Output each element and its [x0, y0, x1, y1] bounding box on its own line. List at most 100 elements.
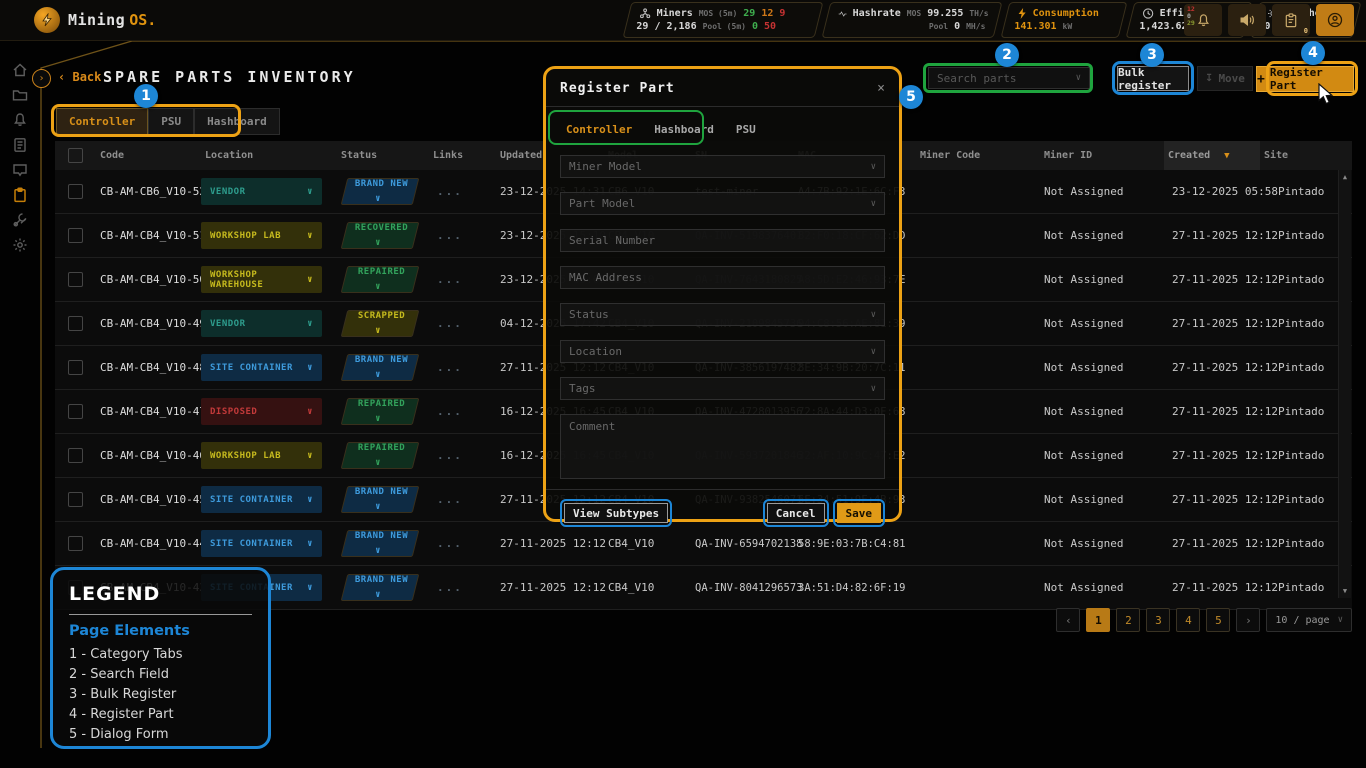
status-dropdown[interactable]: REPAIRED∨	[341, 266, 420, 293]
column-header-status[interactable]: Status	[337, 141, 429, 170]
page-button-2[interactable]: 2	[1116, 608, 1140, 632]
page-button-1[interactable]: 1	[1086, 608, 1110, 632]
column-header-code[interactable]: Code	[96, 141, 201, 170]
status-dropdown[interactable]: BRAND NEW∨	[341, 178, 420, 205]
status-dropdown[interactable]: REPAIRED∨	[341, 442, 420, 469]
move-button[interactable]: ↧ Move	[1197, 66, 1253, 91]
legend-item: 2 - Search Field	[69, 667, 252, 682]
back-link[interactable]: ‹ Back	[58, 70, 101, 84]
row-checkbox[interactable]	[68, 536, 83, 551]
sound-button[interactable]	[1228, 4, 1266, 36]
sidebar-item-home[interactable]	[12, 62, 28, 78]
cancel-button[interactable]: Cancel	[767, 503, 825, 523]
sidebar-item-messages[interactable]	[12, 162, 28, 178]
account-button[interactable]	[1316, 4, 1354, 36]
sidebar-expand-button[interactable]: ›	[32, 69, 51, 88]
location-dropdown[interactable]: WORKSHOP LAB∨	[201, 222, 322, 249]
row-checkbox[interactable]	[68, 316, 83, 331]
status-dropdown[interactable]: BRAND NEW∨	[341, 530, 420, 557]
sidebar-item-reports[interactable]	[12, 137, 28, 153]
save-button[interactable]: Save	[837, 503, 882, 523]
row-checkbox[interactable]	[68, 360, 83, 375]
bulk-register-button[interactable]: Bulk register	[1117, 66, 1189, 91]
location-dropdown[interactable]: WORKSHOP LAB∨	[201, 442, 322, 469]
row-links-menu[interactable]: ...	[429, 317, 496, 330]
status-field[interactable]: Status∨	[560, 303, 885, 326]
comment-field[interactable]: Comment	[560, 414, 885, 479]
column-header-links[interactable]: Links	[429, 141, 496, 170]
table-scrollbar[interactable]: ▲ ▼	[1338, 170, 1351, 598]
status-dropdown[interactable]: BRAND NEW∨	[341, 574, 420, 601]
tags-field[interactable]: Tags∨	[560, 377, 885, 400]
notifications-button[interactable]: 12 0 29	[1184, 4, 1222, 36]
chevron-down-icon: ∨	[307, 363, 313, 373]
row-checkbox[interactable]	[68, 228, 83, 243]
page-button-4[interactable]: 4	[1176, 608, 1200, 632]
column-header-miner-code[interactable]: Miner Code	[916, 141, 1040, 170]
location-dropdown[interactable]: SITE CONTAINER∨	[201, 486, 322, 513]
location-dropdown[interactable]: SITE CONTAINER∨	[201, 354, 322, 381]
dialog-tab-hashboard[interactable]: Hashboard	[654, 123, 714, 136]
location-dropdown[interactable]: VENDOR∨	[201, 178, 322, 205]
tab-psu[interactable]: PSU	[148, 108, 194, 135]
scroll-up-icon[interactable]: ▲	[1343, 173, 1347, 181]
search-input[interactable]: Search parts ∨	[928, 67, 1090, 89]
column-header-location[interactable]: Location	[201, 141, 337, 170]
row-checkbox[interactable]	[68, 184, 83, 199]
next-page-button[interactable]: ›	[1236, 608, 1260, 632]
column-header-site[interactable]: Site	[1260, 141, 1338, 170]
top-bar: Mining OS. Miners MOS (5m) 29 12 9 29 / …	[0, 0, 1366, 41]
location-dropdown[interactable]: DISPOSED∨	[201, 398, 322, 425]
row-links-menu[interactable]: ...	[429, 361, 496, 374]
tab-hashboard[interactable]: Hashboard	[194, 108, 280, 135]
dialog-tab-controller[interactable]: Controller	[566, 123, 632, 136]
serial-number-field[interactable]: Serial Number	[560, 229, 885, 252]
status-dropdown[interactable]: BRAND NEW∨	[341, 354, 420, 381]
mac-address-field[interactable]: MAC Address	[560, 266, 885, 289]
view-subtypes-button[interactable]: View Subtypes	[564, 503, 668, 523]
row-links-menu[interactable]: ...	[429, 493, 496, 506]
sidebar-item-alerts[interactable]	[12, 112, 28, 128]
row-checkbox[interactable]	[68, 448, 83, 463]
row-checkbox[interactable]	[68, 272, 83, 287]
close-icon[interactable]: ×	[877, 81, 885, 96]
column-header-created[interactable]: Created▼	[1164, 141, 1260, 170]
location-dropdown[interactable]: VENDOR∨	[201, 310, 322, 337]
row-links-menu[interactable]: ...	[429, 273, 496, 286]
page-size-select[interactable]: 10 / page∨	[1266, 608, 1352, 632]
tasks-button[interactable]: 0	[1272, 4, 1310, 36]
annotation-badge-4: 4	[1301, 41, 1325, 65]
row-links-menu[interactable]: ...	[429, 581, 496, 594]
location-dropdown[interactable]: WORKSHOP WAREHOUSE∨	[201, 266, 322, 293]
status-dropdown[interactable]: BRAND NEW∨	[341, 486, 420, 513]
page-button-3[interactable]: 3	[1146, 608, 1170, 632]
page-button-5[interactable]: 5	[1206, 608, 1230, 632]
location-field[interactable]: Location∨	[560, 340, 885, 363]
sidebar-item-settings[interactable]	[12, 237, 28, 253]
dialog-tab-psu[interactable]: PSU	[736, 123, 756, 136]
status-dropdown[interactable]: REPAIRED∨	[341, 398, 420, 425]
prev-page-button[interactable]: ‹	[1056, 608, 1080, 632]
location-dropdown[interactable]: SITE CONTAINER∨	[201, 530, 322, 557]
row-links-menu[interactable]: ...	[429, 229, 496, 242]
row-links-menu[interactable]: ...	[429, 405, 496, 418]
select-all-checkbox[interactable]	[68, 148, 83, 163]
row-checkbox[interactable]	[68, 404, 83, 419]
sidebar-item-inventory[interactable]	[12, 187, 28, 203]
register-part-button[interactable]: + Register Part	[1256, 66, 1354, 92]
sidebar-item-tools[interactable]	[12, 212, 28, 228]
status-dropdown[interactable]: RECOVERED∨	[341, 222, 420, 249]
part-model-field[interactable]: Part Model∨	[560, 192, 885, 215]
status-value: BRAND NEW	[355, 355, 408, 365]
row-checkbox[interactable]	[68, 492, 83, 507]
sidebar-item-folder[interactable]	[12, 87, 28, 103]
column-header-miner-id[interactable]: Miner ID	[1040, 141, 1164, 170]
row-links-menu[interactable]: ...	[429, 185, 496, 198]
miner-model-field[interactable]: Miner Model∨	[560, 155, 885, 178]
row-links-menu[interactable]: ...	[429, 537, 496, 550]
field-placeholder: Status	[569, 308, 609, 321]
status-dropdown[interactable]: SCRAPPED∨	[341, 310, 420, 337]
scroll-down-icon[interactable]: ▼	[1343, 587, 1347, 595]
tab-controller[interactable]: Controller	[56, 108, 148, 135]
row-links-menu[interactable]: ...	[429, 449, 496, 462]
